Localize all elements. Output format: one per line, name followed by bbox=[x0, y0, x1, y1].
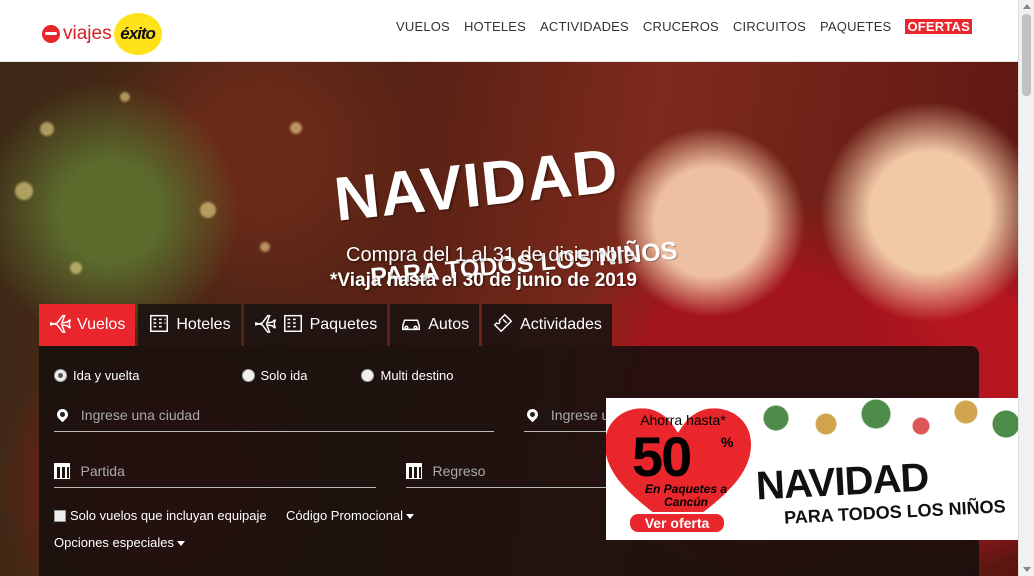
nav-ofertas[interactable]: OFERTAS bbox=[905, 19, 972, 34]
page-scrollbar[interactable] bbox=[1018, 0, 1034, 576]
nav-cruceros[interactable]: CRUCEROS bbox=[636, 19, 726, 34]
logo-badge: éxito bbox=[113, 13, 162, 55]
radio-label: Multi destino bbox=[380, 368, 454, 383]
building-icon bbox=[282, 312, 304, 339]
tab-vuelos[interactable]: Vuelos bbox=[39, 304, 136, 346]
trip-type-group: Ida y vuelta Solo ida Multi destino bbox=[54, 368, 507, 383]
tab-label: Vuelos bbox=[77, 316, 126, 333]
bokeh-light bbox=[200, 202, 216, 218]
radio-label: Ida y vuelta bbox=[73, 368, 140, 383]
nav-hoteles[interactable]: HOTELES bbox=[457, 19, 533, 34]
nav-actividades[interactable]: ACTIVIDADES bbox=[533, 19, 636, 34]
departure-field bbox=[54, 454, 376, 488]
plane-icon bbox=[49, 312, 72, 339]
scroll-up-icon[interactable] bbox=[1023, 4, 1031, 9]
luggage-checkbox[interactable]: Solo vuelos que incluyan equipaje bbox=[54, 508, 267, 523]
radio-multi-destination[interactable]: Multi destino bbox=[361, 368, 453, 383]
departure-date-input[interactable] bbox=[80, 462, 376, 479]
promo-code-dropdown[interactable]: Código Promocional bbox=[286, 508, 415, 523]
radio-label: Solo ida bbox=[260, 368, 308, 383]
cancun-promo-banner[interactable]: NAVIDAD PARA TODOS LOS NIÑOS Ahorra hast… bbox=[606, 398, 1018, 540]
hero-promo-travel: *Viaja hasta el 30 de junio de 2019 bbox=[330, 270, 637, 291]
special-options-label: Opciones especiales bbox=[54, 535, 174, 550]
heart-badge: Ahorra hasta* 50 % En Paquetes a Cancún … bbox=[606, 398, 758, 536]
bokeh-light bbox=[260, 242, 270, 252]
christmas-ornaments-decoration bbox=[746, 398, 1018, 452]
car-icon bbox=[400, 312, 422, 339]
radio-dot-icon bbox=[241, 369, 255, 382]
building-icon bbox=[148, 312, 170, 339]
tab-label: Autos bbox=[428, 316, 470, 333]
bokeh-light bbox=[15, 182, 33, 200]
logo-text: viajes bbox=[63, 23, 112, 44]
plane-icon bbox=[254, 312, 276, 339]
bokeh-light bbox=[120, 92, 130, 102]
tab-paquetes[interactable]: Paquetes bbox=[243, 304, 388, 346]
special-options-dropdown[interactable]: Opciones especiales bbox=[54, 535, 185, 550]
luggage-label: Solo vuelos que incluyan equipaje bbox=[70, 508, 267, 523]
calendar-icon bbox=[54, 462, 71, 479]
tab-label: Paquetes bbox=[309, 316, 378, 333]
nav-circuitos[interactable]: CIRCUITOS bbox=[726, 19, 813, 34]
calendar-icon bbox=[406, 462, 423, 479]
tab-hoteles[interactable]: Hoteles bbox=[138, 304, 241, 346]
scroll-thumb[interactable] bbox=[1022, 14, 1031, 96]
radio-dot-icon bbox=[361, 369, 375, 382]
nav-paquetes[interactable]: PAQUETES bbox=[813, 19, 898, 34]
location-pin-icon bbox=[524, 406, 541, 423]
origin-field bbox=[54, 398, 494, 432]
tab-actividades[interactable]: Actividades bbox=[482, 304, 612, 346]
ver-oferta-button[interactable]: Ver oferta bbox=[628, 512, 726, 534]
viajes-exito-logo[interactable]: viajes éxito bbox=[42, 13, 162, 55]
location-pin-icon bbox=[54, 406, 71, 423]
tab-label: Hoteles bbox=[176, 316, 231, 333]
origin-input[interactable] bbox=[80, 406, 494, 423]
promo-code-label: Código Promocional bbox=[286, 508, 404, 523]
search-tabs: Vuelos Hoteles Paquetes Autos Actividade… bbox=[39, 304, 612, 346]
scroll-down-icon[interactable] bbox=[1023, 567, 1031, 572]
checkbox-box bbox=[54, 509, 66, 522]
banner-percent-sign: % bbox=[721, 434, 734, 450]
hero-promo-dates: Compra del 1 al 31 de diciembre bbox=[346, 244, 636, 266]
logo-mark-icon bbox=[42, 25, 60, 43]
bokeh-light bbox=[70, 262, 82, 274]
bokeh-light bbox=[40, 122, 54, 136]
site-header: viajes éxito VUELOS HOTELES ACTIVIDADES … bbox=[0, 0, 1018, 62]
radio-dot-icon bbox=[54, 369, 67, 382]
hero-title: NAVIDAD bbox=[331, 136, 622, 235]
banner-percent: 50 bbox=[632, 425, 692, 488]
nav-vuelos[interactable]: VUELOS bbox=[389, 19, 457, 34]
tab-autos[interactable]: Autos bbox=[390, 304, 480, 346]
main-nav: VUELOS HOTELES ACTIVIDADES CRUCEROS CIRC… bbox=[389, 19, 972, 34]
caret-down-icon bbox=[406, 514, 415, 520]
caret-down-icon bbox=[176, 541, 185, 547]
banner-description: En Paquetes a Cancún bbox=[644, 482, 728, 509]
ticket-icon bbox=[492, 312, 514, 339]
radio-one-way[interactable]: Solo ida bbox=[241, 368, 308, 383]
radio-round-trip[interactable]: Ida y vuelta bbox=[54, 368, 140, 383]
tab-label: Actividades bbox=[520, 316, 602, 333]
bokeh-light bbox=[290, 122, 302, 134]
